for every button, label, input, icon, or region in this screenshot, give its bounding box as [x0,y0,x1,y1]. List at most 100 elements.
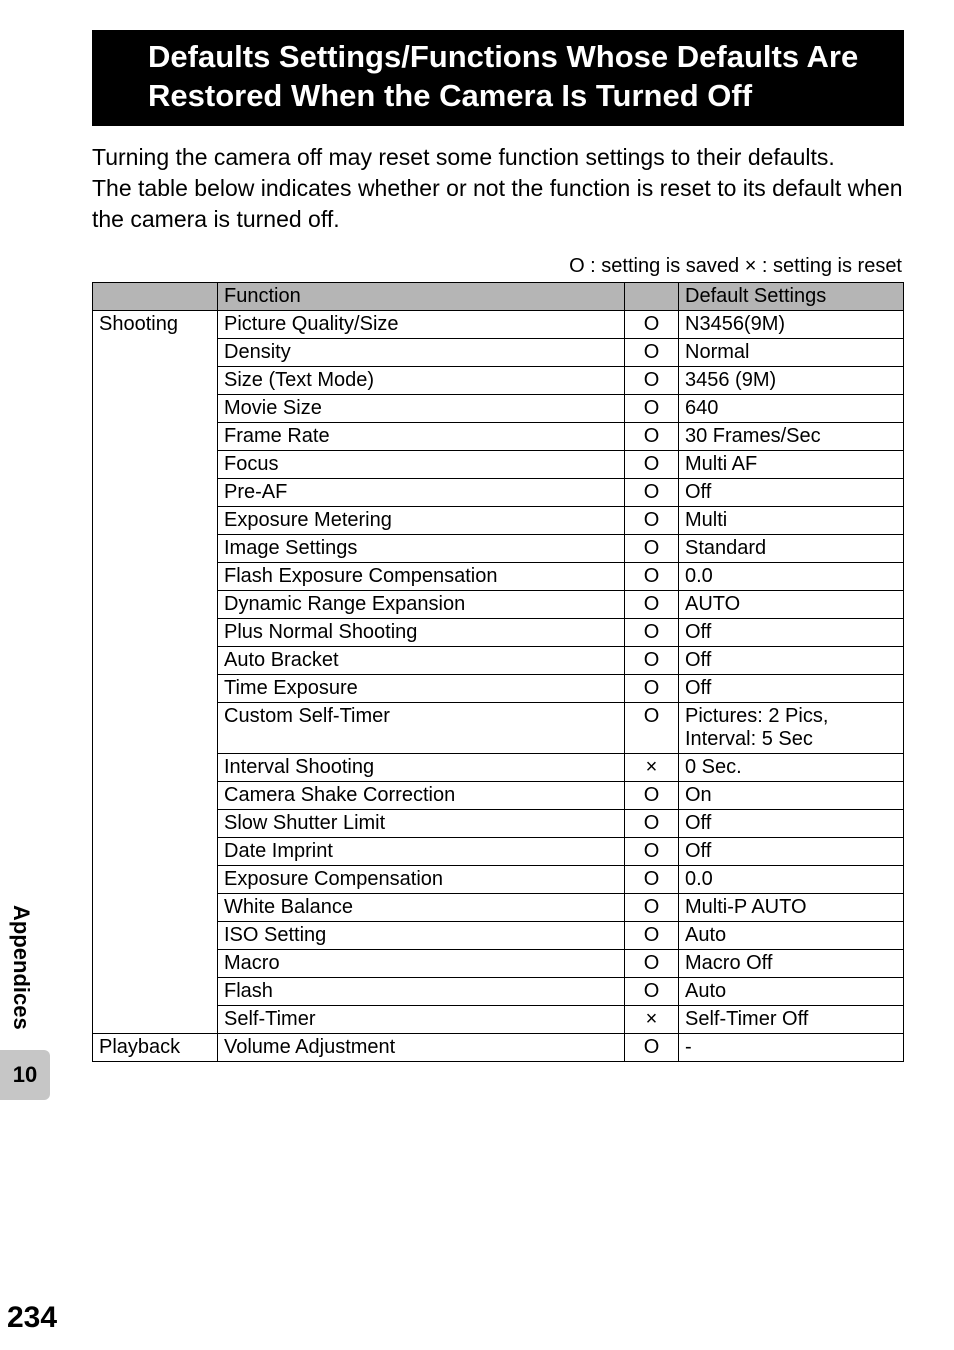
header-function: Function [218,282,625,310]
def-cell: Auto [679,921,904,949]
fn-cell: Volume Adjustment [218,1033,625,1061]
mark-cell: O [625,702,679,753]
fn-cell: White Balance [218,893,625,921]
mark-cell: O [625,422,679,450]
def-cell: Multi AF [679,450,904,478]
def-cell: Off [679,837,904,865]
mark-cell: O [625,674,679,702]
page: Appendices 10 234 Defaults Settings/Func… [0,0,954,1350]
mark-cell: O [625,781,679,809]
fn-cell: ISO Setting [218,921,625,949]
fn-cell: Flash Exposure Compensation [218,562,625,590]
mark-cell: O [625,310,679,338]
mark-cell: O [625,506,679,534]
fn-cell: Focus [218,450,625,478]
category-cell: Shooting [93,310,218,1033]
mark-cell: × [625,1005,679,1033]
def-cell: Macro Off [679,949,904,977]
mark-cell: O [625,366,679,394]
section-tab: 10 [0,1050,50,1100]
mark-cell: O [625,394,679,422]
fn-cell: Interval Shooting [218,753,625,781]
def-cell: Standard [679,534,904,562]
mark-cell: × [625,753,679,781]
def-cell: Off [679,809,904,837]
fn-cell: Date Imprint [218,837,625,865]
mark-cell: O [625,1033,679,1061]
def-cell: Off [679,478,904,506]
fn-cell: Flash [218,977,625,1005]
header-mark [625,282,679,310]
def-cell: Auto [679,977,904,1005]
table-row: Playback Volume Adjustment O - [93,1033,904,1061]
def-cell: Multi-P AUTO [679,893,904,921]
fn-cell: Exposure Metering [218,506,625,534]
header-default: Default Settings [679,282,904,310]
fn-cell: Self-Timer [218,1005,625,1033]
def-cell: On [679,781,904,809]
fn-cell: Camera Shake Correction [218,781,625,809]
mark-cell: O [625,865,679,893]
fn-cell: Macro [218,949,625,977]
mark-cell: O [625,809,679,837]
mark-cell: O [625,534,679,562]
table-row: Shooting Picture Quality/Size O N3456(9M… [93,310,904,338]
settings-table: Function Default Settings Shooting Pictu… [92,282,904,1062]
def-cell: Off [679,674,904,702]
def-cell: Pictures: 2 Pics, Interval: 5 Sec [679,702,904,753]
mark-cell: O [625,893,679,921]
mark-cell: O [625,478,679,506]
fn-cell: Image Settings [218,534,625,562]
intro-line-1: Turning the camera off may reset some fu… [92,144,835,170]
fn-cell: Picture Quality/Size [218,310,625,338]
fn-cell: Size (Text Mode) [218,366,625,394]
left-gutter: Appendices 10 234 [0,0,50,1350]
section-label: Appendices [8,905,34,1030]
def-cell: Normal [679,338,904,366]
table-header-row: Function Default Settings [93,282,904,310]
header-category [93,282,218,310]
page-title: Defaults Settings/Functions Whose Defaul… [132,30,904,126]
fn-cell: Exposure Compensation [218,865,625,893]
def-cell: 0.0 [679,562,904,590]
def-cell: AUTO [679,590,904,618]
def-cell: 640 [679,394,904,422]
def-cell: 30 Frames/Sec [679,422,904,450]
fn-cell: Density [218,338,625,366]
table-legend: O : setting is saved × : setting is rese… [92,255,904,278]
fn-cell: Plus Normal Shooting [218,618,625,646]
fn-cell: Time Exposure [218,674,625,702]
fn-cell: Frame Rate [218,422,625,450]
fn-cell: Slow Shutter Limit [218,809,625,837]
mark-cell: O [625,450,679,478]
intro-text: Turning the camera off may reset some fu… [92,142,904,235]
def-cell: N3456(9M) [679,310,904,338]
mark-cell: O [625,562,679,590]
title-block: Defaults Settings/Functions Whose Defaul… [92,30,904,126]
mark-cell: O [625,590,679,618]
fn-cell: Dynamic Range Expansion [218,590,625,618]
page-number: 234 [7,1301,57,1335]
fn-cell: Movie Size [218,394,625,422]
mark-cell: O [625,837,679,865]
def-cell: Off [679,618,904,646]
mark-cell: O [625,646,679,674]
def-cell: - [679,1033,904,1061]
fn-cell: Pre-AF [218,478,625,506]
fn-cell: Custom Self-Timer [218,702,625,753]
def-cell: 0.0 [679,865,904,893]
def-cell: 0 Sec. [679,753,904,781]
mark-cell: O [625,977,679,1005]
mark-cell: O [625,921,679,949]
title-bar [92,30,132,126]
intro-line-2: The table below indicates whether or not… [92,175,903,232]
fn-cell: Auto Bracket [218,646,625,674]
def-cell: Self-Timer Off [679,1005,904,1033]
category-cell: Playback [93,1033,218,1061]
def-cell: 3456 (9M) [679,366,904,394]
mark-cell: O [625,949,679,977]
def-cell: Multi [679,506,904,534]
def-cell: Off [679,646,904,674]
mark-cell: O [625,618,679,646]
mark-cell: O [625,338,679,366]
